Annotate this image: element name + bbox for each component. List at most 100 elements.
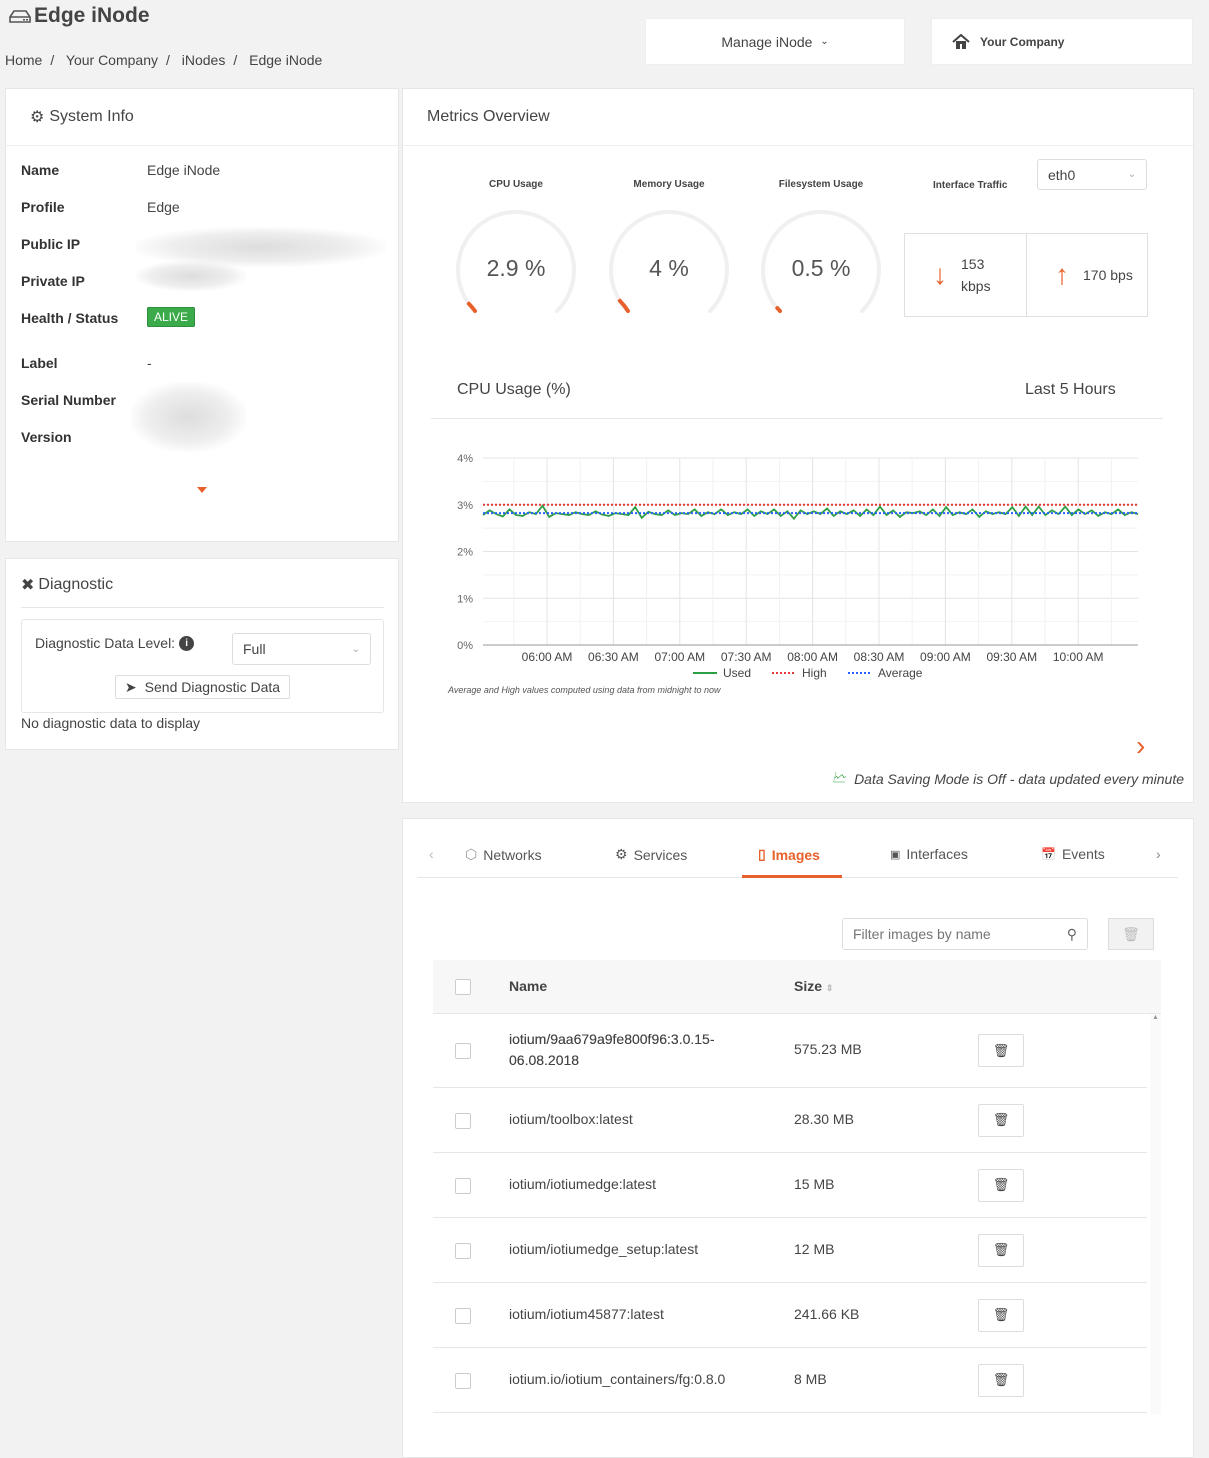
arrow-up-icon: ↑	[1055, 259, 1069, 290]
delete-image-button[interactable]: 🗑	[978, 1363, 1024, 1397]
image-name: iotium/iotiumedge_setup:latest	[509, 1241, 699, 1257]
gauge-value: 0.5 %	[791, 255, 851, 281]
image-name: iotium/toolbox:latest	[509, 1111, 633, 1127]
x-tick-label: 09:30 AM	[986, 650, 1037, 664]
y-tick-label: 1%	[457, 593, 473, 605]
x-tick-label: 07:00 AM	[654, 650, 705, 664]
cpu-usage-chart: 0% 1% 2% 3% 4% 06:00 AM 06:30 AM 07:00 AM 07:30 …	[457, 453, 1139, 680]
chart-range-label: Last 5 Hours	[1025, 381, 1116, 398]
info-icon[interactable]: i	[179, 635, 195, 651]
image-size: 575.23 MB	[794, 1041, 862, 1057]
upload-value: 170 bps	[1083, 267, 1133, 283]
x-tick-label: 06:00 AM	[522, 650, 573, 664]
field-value: -	[147, 355, 152, 371]
legend-label: Used	[723, 666, 751, 680]
trash-icon: 🗑	[992, 1242, 1010, 1257]
image-name: iotium/iotium45877:latest	[509, 1306, 664, 1322]
send-diagnostic-button[interactable]: ➤ Send Diagnostic Data	[115, 675, 290, 699]
chevron-down-icon: ⌄	[351, 643, 360, 655]
image-name-lines: iotium/9aa679a9fe800f96:3.0.15- 06.08.201…	[509, 1031, 715, 1068]
diagnostic-box: Diagnostic Data Level: i Full ⌄ ➤ Send Diag…	[21, 619, 384, 713]
chart-title: CPU Usage (%)	[457, 381, 571, 398]
row-checkbox[interactable]	[455, 1112, 471, 1129]
bulk-delete-button[interactable]: 🗑	[1108, 918, 1154, 950]
trash-icon: 🗑	[992, 1177, 1010, 1192]
chevron-right-icon[interactable]: ›	[1136, 730, 1145, 762]
chart-footnote: Average and High values computed using d…	[448, 685, 721, 695]
x-tick-label: 06:30 AM	[588, 650, 639, 664]
x-tick-label: 10:00 AM	[1053, 650, 1104, 664]
trash-icon: 🗑	[992, 1112, 1010, 1127]
image-size: 241.66 KB	[794, 1305, 860, 1322]
table-row: iotium/iotiumedge_setup:latest 12 MB 🗑	[433, 1218, 1147, 1283]
image-size: 28.30 MB	[794, 1110, 854, 1127]
delete-image-button[interactable]: 🗑	[978, 1233, 1024, 1267]
select-all-checkbox[interactable]	[455, 979, 471, 995]
row-checkbox[interactable]	[455, 1043, 471, 1059]
interface-select[interactable]: eth0 ⌄	[1037, 159, 1147, 190]
trash-icon: 🗑	[992, 1307, 1010, 1322]
download-unit: kbps	[961, 278, 991, 294]
y-tick-label: 0%	[457, 640, 473, 652]
tab-interfaces[interactable]: ▣ Interfaces	[890, 846, 968, 862]
row-checkbox[interactable]	[455, 1307, 471, 1324]
gauge-fill	[775, 306, 782, 314]
x-tick-label: 07:30 AM	[721, 650, 772, 664]
tab-scroll-right-icon[interactable]: ›	[1156, 846, 1161, 862]
table-row: iotium/toolbox:latest 28.30 MB 🗑	[433, 1088, 1147, 1153]
diagnostic-level-label: Diagnostic Data Level:	[35, 635, 176, 651]
y-tick-label: 4%	[457, 453, 473, 465]
field-label: Serial Number	[21, 392, 116, 408]
table-row: iotium/9aa679a9fe800f96:3.0.15-06.08.201…	[433, 1014, 1147, 1088]
tab-networks[interactable]: ⬡ Networks	[465, 846, 542, 863]
delete-image-button[interactable]: 🗑	[978, 1298, 1024, 1332]
search-icon: ⚲	[1066, 925, 1077, 942]
delete-image-button[interactable]: 🗑	[978, 1103, 1024, 1137]
delete-image-button[interactable]: 🗑	[978, 1034, 1024, 1067]
legend-label: Average	[878, 666, 923, 680]
table-scrollbar[interactable]: ▲	[1150, 1014, 1161, 1414]
expand-caret-icon[interactable]	[197, 487, 207, 493]
interface-traffic-label: Interface Traffic	[933, 180, 1008, 191]
trash-icon: 🗑	[1122, 925, 1140, 942]
trash-icon: 🗑	[992, 1372, 1010, 1387]
tab-images[interactable]: ▯ Images	[758, 846, 820, 863]
sort-icon: ⇕	[825, 983, 834, 993]
data-saving-status: 🗠 Data Saving Mode is Off - data updated …	[832, 767, 1184, 791]
chart-line-icon: 🗠	[832, 769, 847, 785]
filter-input[interactable]	[853, 926, 1043, 942]
row-checkbox[interactable]	[455, 1177, 471, 1194]
x-tick-label: 08:00 AM	[787, 650, 838, 664]
image-size: 15 MB	[794, 1175, 835, 1192]
gears-icon: ⚙	[615, 846, 628, 862]
image-name: iotium.io/iotium_containers/fg:0.8.0	[509, 1371, 726, 1387]
redacted-value	[131, 382, 246, 452]
chevron-down-icon: ⌄	[1127, 169, 1136, 180]
tab-services[interactable]: ⚙ Services	[615, 846, 687, 863]
diagnostic-level-select[interactable]: Full ⌄	[232, 633, 371, 665]
image-size: 12 MB	[794, 1240, 835, 1257]
file-icon: ▯	[758, 846, 766, 862]
download-value: 153	[961, 256, 985, 272]
send-icon: ➤	[124, 678, 137, 695]
delete-image-button[interactable]: 🗑	[978, 1168, 1024, 1202]
image-size: 8 MB	[794, 1370, 827, 1387]
filter-images-input[interactable]: ⚲	[842, 918, 1088, 950]
tab-events[interactable]: 📅 Events	[1041, 846, 1105, 862]
diagnostic-empty-text: No diagnostic data to display	[21, 715, 200, 731]
diagnostic-header: ✖ Diagnostic	[21, 576, 114, 594]
field-label: Version	[21, 429, 72, 445]
table-row: iotium/iotium45877:latest 241.66 KB 🗑	[433, 1283, 1147, 1348]
arrow-down-icon: ↓	[933, 259, 947, 290]
traffic-box: ↓ 153 kbps ↑ 170 bps	[904, 233, 1148, 317]
table-row: iotium/iotiumedge:latest 15 MB 🗑	[433, 1153, 1147, 1218]
column-name[interactable]: Name	[509, 978, 547, 994]
column-size[interactable]: Size ⇕	[794, 978, 833, 994]
row-checkbox[interactable]	[455, 1242, 471, 1259]
table-row: iotium.io/iotium_containers/fg:0.8.0 8 M…	[433, 1348, 1147, 1413]
network-icon: ⬡	[465, 846, 478, 862]
calendar-icon: 📅	[1041, 847, 1056, 861]
tab-scroll-left-icon[interactable]: ‹	[429, 846, 434, 862]
y-tick-label: 2%	[457, 547, 473, 559]
row-checkbox[interactable]	[455, 1372, 471, 1389]
